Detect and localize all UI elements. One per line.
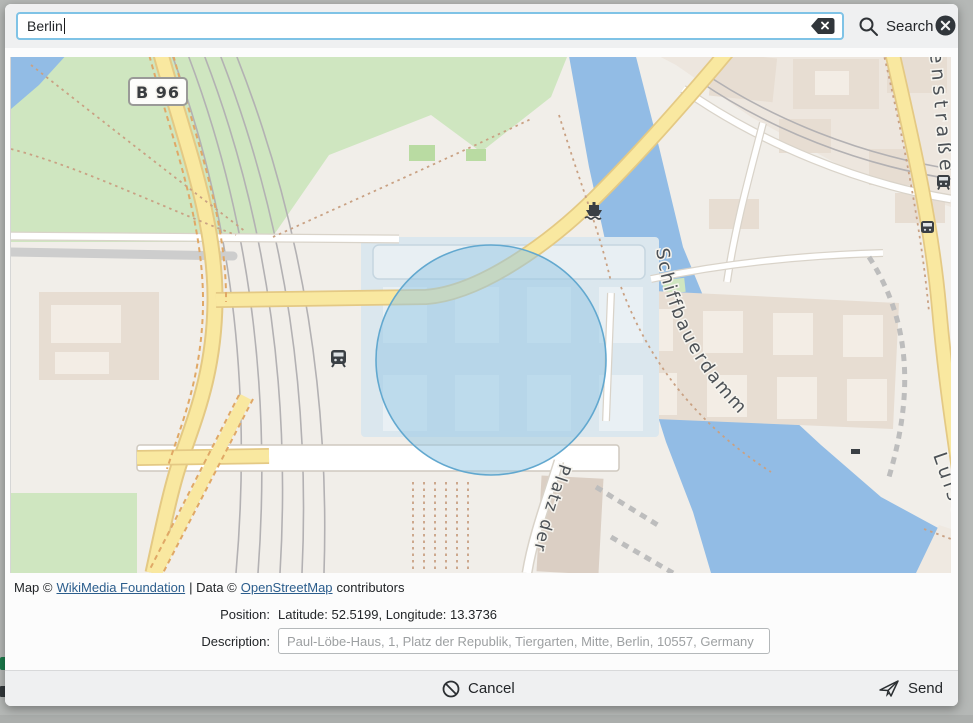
- wikimedia-foundation-link[interactable]: WikiMedia Foundation: [56, 580, 185, 595]
- cancel-button[interactable]: Cancel: [442, 671, 515, 706]
- close-icon[interactable]: [935, 15, 956, 36]
- map-marker-dot: [851, 449, 860, 454]
- search-button-label: Search: [886, 18, 934, 35]
- search-toolbar: Berlin Search: [5, 4, 958, 48]
- text-cursor: [64, 18, 65, 34]
- search-input-value: Berlin: [27, 18, 63, 34]
- tram-stop-icon: [921, 221, 934, 233]
- send-button[interactable]: Send: [878, 671, 943, 706]
- send-button-label: Send: [908, 680, 943, 697]
- description-input[interactable]: [278, 628, 770, 654]
- attribution-suffix: contributors: [337, 580, 405, 595]
- cancel-button-label: Cancel: [468, 680, 515, 697]
- location-accuracy-circle[interactable]: [376, 245, 606, 475]
- paper-plane-icon: [878, 679, 900, 699]
- openstreetmap-link[interactable]: OpenStreetMap: [241, 580, 333, 595]
- window-background-strip: [0, 715, 973, 723]
- position-value: Latitude: 52.5199, Longitude: 13.3736: [278, 607, 497, 622]
- search-input[interactable]: Berlin: [16, 12, 844, 40]
- description-label: Description:: [5, 634, 270, 649]
- prohibition-icon: [442, 680, 460, 698]
- attribution-prefix: Map ©: [14, 580, 52, 595]
- train-station-icon: [331, 350, 346, 367]
- attribution-middle: | Data ©: [189, 580, 237, 595]
- position-label: Position:: [5, 607, 270, 622]
- dialog-footer: Cancel Send: [5, 670, 958, 706]
- magnifier-icon: [858, 16, 879, 37]
- clear-text-icon[interactable]: [810, 17, 836, 35]
- search-button[interactable]: Search: [858, 11, 934, 41]
- location-picker-dialog: Berlin Search: [5, 4, 958, 706]
- map-view[interactable]: B 96 Schiffbauerdamm Luisenstraße Luisen…: [10, 57, 951, 573]
- road-badge-b96: B 96: [136, 83, 180, 102]
- buildings-west: [39, 292, 159, 380]
- map-attribution: Map © WikiMedia Foundation | Data © Open…: [14, 576, 410, 598]
